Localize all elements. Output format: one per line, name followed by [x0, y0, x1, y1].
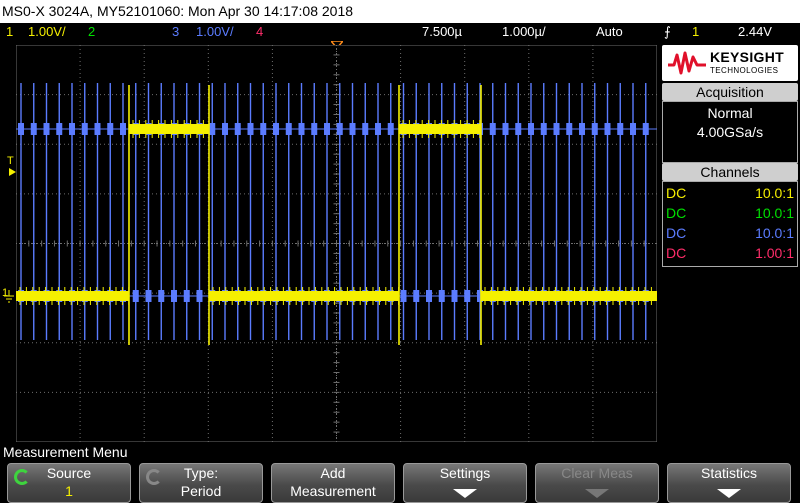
softkey-value: Measurement [290, 483, 376, 499]
probe-ratio: 1.00:1 [755, 245, 794, 261]
ch3-scale[interactable]: 1.00V/ [196, 23, 234, 41]
source-softkey[interactable]: Source 1 [7, 463, 131, 503]
softkey-label: Statistics [700, 465, 757, 481]
ground-icon [4, 290, 14, 303]
coupling: DC [666, 225, 687, 241]
waveform-svg [16, 45, 657, 442]
softkey-label: Clear Meas [561, 465, 633, 481]
status-bar: 1 1.00V/ 2 3 1.00V/ 4 7.500µ 1.000µ/ Aut… [0, 23, 800, 41]
softkey-value: Period [180, 483, 222, 499]
menu-title: Measurement Menu [3, 444, 128, 460]
rising-edge-icon: ⨍ [664, 24, 671, 39]
sample-rate: 4.00GSa/s [696, 124, 764, 140]
clear-meas-softkey[interactable]: Clear Meas [535, 463, 659, 503]
channel-row-3[interactable]: DC 10.0:1 [666, 223, 794, 243]
time-offset[interactable]: 7.500µ [422, 23, 462, 41]
down-arrow-icon [717, 489, 741, 498]
add-measurement-softkey[interactable]: Add Measurement [271, 463, 395, 503]
probe-ratio: 10.0:1 [755, 205, 794, 221]
trigger-level[interactable]: 2.44V [738, 23, 772, 41]
channel-row-2[interactable]: DC 10.0:1 [666, 203, 794, 223]
down-arrow-icon [453, 489, 477, 498]
trigger-mode[interactable]: Auto [596, 23, 623, 41]
acquisition-panel[interactable]: Normal 4.00GSa/s [662, 101, 798, 163]
softkey-label: Type: [183, 465, 219, 481]
channels-panel[interactable]: DC 10.0:1 DC 10.0:1 DC 10.0:1 DC 1.00:1 [662, 181, 798, 267]
channel-row-4[interactable]: DC 1.00:1 [666, 243, 794, 263]
statistics-softkey[interactable]: Statistics [667, 463, 791, 503]
keysight-wave-icon [668, 51, 706, 75]
ch4-number[interactable]: 4 [256, 23, 263, 41]
channel-row-1[interactable]: DC 10.0:1 [666, 183, 794, 203]
trigger-level-arrow [9, 168, 16, 176]
trigger-level-marker[interactable]: T [7, 155, 14, 167]
softkey-value: 1 [65, 483, 73, 499]
timebase[interactable]: 1.000µ/ [502, 23, 546, 41]
acquisition-header: Acquisition [662, 83, 798, 101]
waveform-display[interactable] [16, 45, 657, 442]
graticule [16, 45, 657, 442]
coupling: DC [666, 245, 687, 261]
coupling: DC [666, 185, 687, 201]
acquisition-mode: Normal [707, 105, 753, 121]
window-title: MS0-X 3024A, MY52101060: Mon Apr 30 14:1… [0, 0, 800, 23]
coupling: DC [666, 205, 687, 221]
logo-sub: TECHNOLOGIES [710, 66, 779, 75]
settings-softkey[interactable]: Settings [403, 463, 527, 503]
type-softkey[interactable]: Type: Period [139, 463, 263, 503]
softkey-label: Add [320, 465, 346, 481]
channels-header: Channels [662, 163, 798, 181]
side-panel: KEYSIGHT TECHNOLOGIES Acquisition Normal… [660, 45, 800, 445]
down-arrow-icon [585, 489, 609, 498]
softkey-label: Source [46, 465, 92, 481]
ch1-scale[interactable]: 1.00V/ [28, 23, 66, 41]
ch2-number[interactable]: 2 [88, 23, 95, 41]
keysight-logo: KEYSIGHT TECHNOLOGIES [662, 45, 798, 81]
logo-brand: KEYSIGHT [710, 49, 784, 65]
ch3-number[interactable]: 3 [172, 23, 179, 41]
ch1-number[interactable]: 1 [6, 23, 13, 41]
softkey-label: Settings [439, 465, 491, 481]
trigger-channel[interactable]: 1 [692, 23, 699, 41]
probe-ratio: 10.0:1 [755, 225, 794, 241]
probe-ratio: 10.0:1 [755, 185, 794, 201]
